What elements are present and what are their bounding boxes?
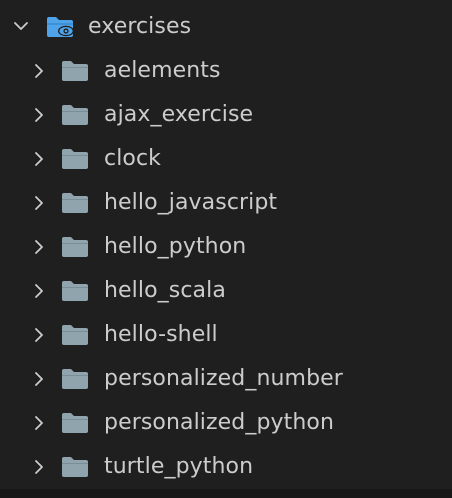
tree-item-personalized-python[interactable]: personalized_python	[0, 401, 452, 445]
folder-icon	[61, 279, 91, 303]
folder-icon	[61, 103, 91, 127]
tree-item-hello-python[interactable]: hello_python	[0, 225, 452, 269]
chevron-right-icon[interactable]	[30, 238, 48, 256]
tree-item-label: clock	[104, 146, 162, 171]
tree-item-label: hello_python	[104, 234, 247, 259]
tree-item-hello-shell[interactable]: hello-shell	[0, 313, 452, 357]
tree-item-hello-javascript[interactable]: hello_javascript	[0, 181, 452, 225]
tree-item-clock[interactable]: clock	[0, 137, 452, 181]
tree-item-label: hello-shell	[104, 322, 218, 347]
chevron-right-icon[interactable]	[30, 458, 48, 476]
tree-item-hello-scala[interactable]: hello_scala	[0, 269, 452, 313]
tree-item-label: exercises	[88, 14, 192, 39]
chevron-right-icon[interactable]	[30, 282, 48, 300]
chevron-right-icon[interactable]	[30, 106, 48, 124]
tree-item-aelements[interactable]: aelements	[0, 49, 452, 93]
chevron-right-icon[interactable]	[30, 414, 48, 432]
folder-icon	[61, 323, 91, 347]
folder-icon	[61, 455, 91, 479]
tree-item-label: turtle_python	[104, 454, 254, 479]
folder-icon	[61, 191, 91, 215]
tree-item-label: hello_javascript	[104, 190, 278, 215]
folder-icon	[61, 235, 91, 259]
folder-icon	[61, 59, 91, 83]
tree-item-label: hello_scala	[104, 278, 226, 303]
chevron-right-icon[interactable]	[30, 62, 48, 80]
chevron-right-icon[interactable]	[30, 370, 48, 388]
folder-icon	[61, 367, 91, 391]
tree-item-label: personalized_python	[104, 410, 335, 435]
tree-item-ajax-exercise[interactable]: ajax_exercise	[0, 93, 452, 137]
file-explorer-tree: exercises aelements ajax_exercise clock	[0, 0, 452, 498]
tree-item-label: aelements	[104, 58, 221, 83]
folder-icon	[61, 147, 91, 171]
chevron-right-icon[interactable]	[30, 326, 48, 344]
chevron-down-icon[interactable]	[12, 17, 30, 35]
panel-bottom-edge	[0, 489, 452, 498]
tree-item-label: personalized_number	[104, 366, 343, 391]
chevron-right-icon[interactable]	[30, 194, 48, 212]
tree-item-turtle-python[interactable]: turtle_python	[0, 445, 452, 489]
tree-item-exercises[interactable]: exercises	[0, 4, 452, 48]
tree-item-personalized-number[interactable]: personalized_number	[0, 357, 452, 401]
tree-item-label: ajax_exercise	[104, 102, 254, 127]
folder-open-eye-icon	[46, 15, 76, 39]
folder-icon	[61, 411, 91, 435]
chevron-right-icon[interactable]	[30, 150, 48, 168]
